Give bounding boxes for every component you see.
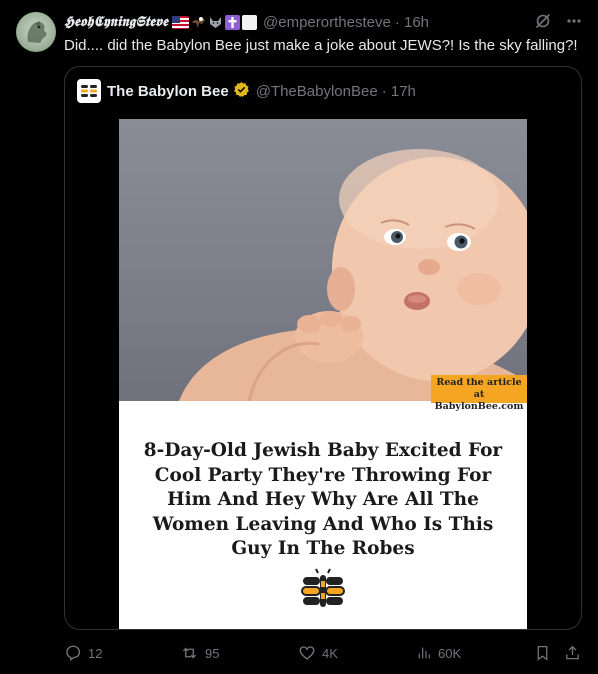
- article-headline: 8-Day-Old Jewish Baby Excited For Cool P…: [143, 440, 503, 559]
- views-button[interactable]: 60K: [416, 644, 461, 662]
- grok-icon[interactable]: [534, 12, 552, 34]
- avatar[interactable]: [16, 12, 56, 52]
- like-count: 4K: [322, 645, 338, 661]
- quote-handle[interactable]: @TheBabylonBee: [256, 83, 378, 100]
- quote-name[interactable]: The Babylon Bee: [107, 83, 229, 100]
- cross-icon: [225, 14, 241, 30]
- like-button[interactable]: 4K: [298, 644, 338, 662]
- babylon-bee-logo-icon[interactable]: [77, 79, 101, 103]
- timestamp[interactable]: · 16h: [395, 14, 429, 31]
- action-bar: 12 95 4K 60K: [64, 640, 582, 666]
- tweet-header: 𝕳𝖊𝖔𝖍𝕮𝖞𝖓𝖎𝖓𝖌𝕾𝖙𝖊𝖛𝖊 @emperorthesteve · 16h: [64, 12, 582, 32]
- display-name[interactable]: 𝕳𝖊𝖔𝖍𝕮𝖞𝖓𝖎𝖓𝖌𝕾𝖙𝖊𝖛𝖊: [64, 14, 168, 30]
- blank-icon: [242, 14, 258, 30]
- wolf-icon: [208, 16, 223, 29]
- handle[interactable]: @emperorthesteve: [263, 14, 391, 31]
- repost-count: 95: [205, 645, 220, 661]
- bookmark-button[interactable]: [534, 644, 551, 662]
- reply-icon: [66, 645, 81, 662]
- quote-media[interactable]: Read the article at BabylonBee.com 8-Day…: [119, 119, 527, 629]
- tweet-text: Did.... did the Babylon Bee just make a …: [64, 37, 578, 54]
- flag-us-icon: [172, 15, 190, 29]
- views-count: 60K: [438, 645, 462, 661]
- views-icon: [418, 647, 430, 659]
- reply-count: 12: [88, 645, 103, 661]
- babylon-bee-logo-icon: [299, 567, 347, 620]
- bookmark-icon: [537, 645, 548, 661]
- eagle-icon: [191, 16, 206, 29]
- reply-button[interactable]: 12: [64, 644, 102, 662]
- header-actions: [534, 12, 582, 34]
- verified-icon: [233, 81, 250, 102]
- emoji-row: [172, 14, 258, 30]
- share-button[interactable]: [564, 644, 581, 662]
- quote-header: The Babylon Bee @TheBabylonBee · 17h: [77, 79, 416, 103]
- quoted-tweet[interactable]: The Babylon Bee @TheBabylonBee · 17h Rea…: [64, 66, 582, 630]
- more-icon[interactable]: [566, 13, 582, 33]
- badge-line-2: BabylonBee.com: [434, 401, 524, 412]
- like-icon: [299, 646, 315, 660]
- quote-timestamp[interactable]: · 17h: [382, 83, 416, 100]
- badge-line-1: Read the article at: [436, 377, 522, 400]
- read-article-badge: Read the article at BabylonBee.com: [431, 375, 527, 412]
- repost-button[interactable]: 95: [180, 644, 219, 662]
- baby-photo: [119, 119, 527, 401]
- share-icon: [566, 645, 579, 660]
- repost-icon: [183, 647, 196, 659]
